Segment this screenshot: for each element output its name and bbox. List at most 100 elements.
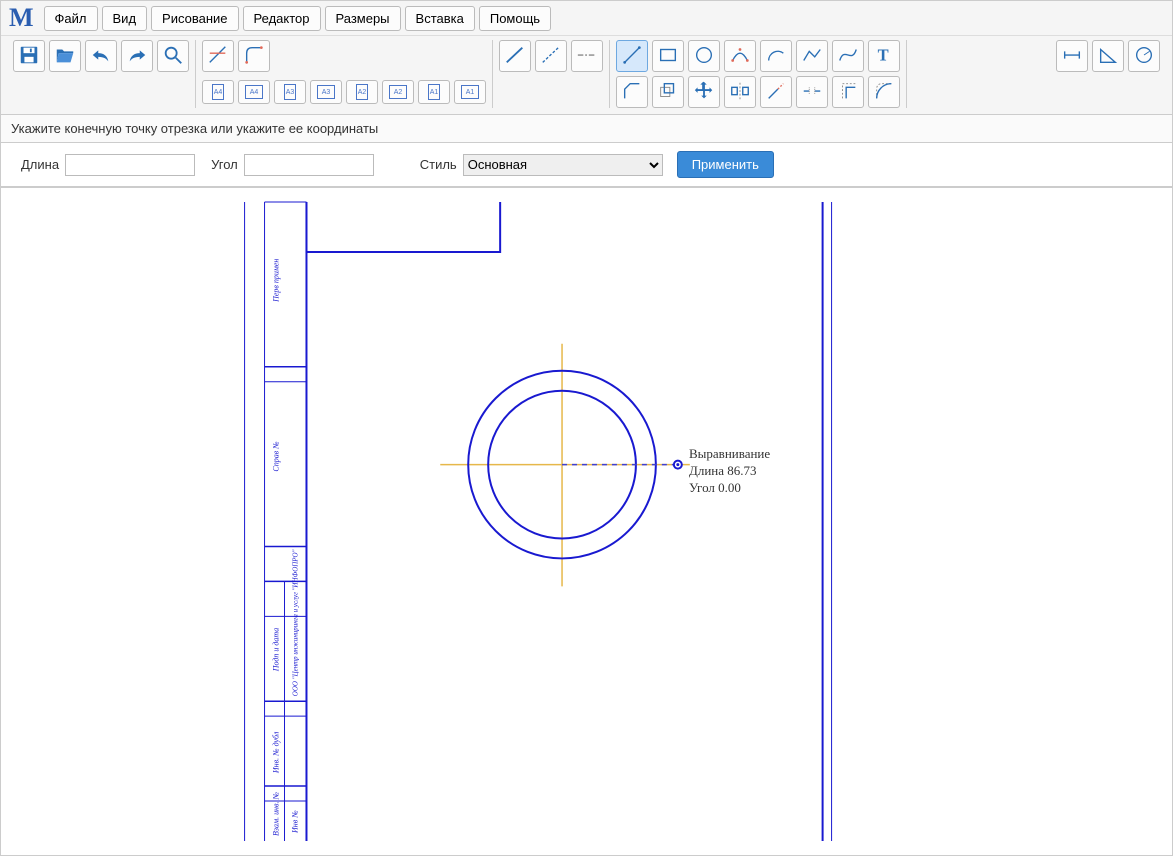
titleblock-cell-5b: Инв № xyxy=(290,810,299,834)
snap-tooltip: Выравнивание Длина 86.73 Угол 0.00 xyxy=(689,446,770,497)
save-button[interactable] xyxy=(13,40,45,72)
folder-open-icon xyxy=(54,44,76,69)
spline-button[interactable] xyxy=(832,40,864,72)
line-tool-button[interactable] xyxy=(616,40,648,72)
line-icon xyxy=(621,44,643,69)
line-center-icon xyxy=(576,44,598,69)
paper-a4-portrait[interactable]: A4 xyxy=(202,80,234,104)
chamfer-icon xyxy=(621,80,643,105)
dim-radius-button[interactable] xyxy=(1128,40,1160,72)
paper-a1-landscape[interactable]: A1 xyxy=(454,80,486,104)
line-solid-button[interactable] xyxy=(499,40,531,72)
status-bar: Укажите конечную точку отрезка или укажи… xyxy=(1,115,1172,143)
apply-button[interactable]: Применить xyxy=(677,151,774,178)
dim-angle-button[interactable] xyxy=(1092,40,1124,72)
corner-icon xyxy=(837,80,859,105)
toolbar-group-shapes: T xyxy=(610,40,907,108)
line-center-button[interactable] xyxy=(571,40,603,72)
titleblock-cell-2: Справ № xyxy=(272,441,281,471)
titleblock-cell-3b: ООО "Центр инжиниринга и услуг "ИНФОПРО" xyxy=(291,550,299,697)
spline-icon xyxy=(837,44,859,69)
app-root: M Файл Вид Рисование Редактор Размеры Вс… xyxy=(0,0,1173,856)
paper-a1-portrait[interactable]: A1 xyxy=(418,80,450,104)
fillet-button[interactable] xyxy=(238,40,270,72)
menu-drawing[interactable]: Рисование xyxy=(151,6,238,31)
paper-a2-landscape[interactable]: A2 xyxy=(382,80,414,104)
offset-button[interactable] xyxy=(652,76,684,108)
angle-input[interactable] xyxy=(244,154,374,176)
trim-icon xyxy=(207,44,229,69)
undo-button[interactable] xyxy=(85,40,117,72)
rectangle-tool-button[interactable] xyxy=(652,40,684,72)
move-icon xyxy=(693,80,715,105)
tooltip-angle: Угол 0.00 xyxy=(689,480,770,497)
save-icon xyxy=(18,44,40,69)
app-logo: M xyxy=(9,5,34,31)
zoom-button[interactable] xyxy=(157,40,189,72)
rectangle-icon xyxy=(657,44,679,69)
dim-linear-icon xyxy=(1061,44,1083,69)
line-dashed-icon xyxy=(540,44,562,69)
tooltip-length: Длина 86.73 xyxy=(689,463,770,480)
titleblock-cell-1: Перв примен xyxy=(272,259,281,303)
length-label: Длина xyxy=(21,157,59,172)
menu-dimensions[interactable]: Размеры xyxy=(325,6,401,31)
arc-button[interactable] xyxy=(760,40,792,72)
trim-button[interactable] xyxy=(202,40,234,72)
circle-tool-button[interactable] xyxy=(688,40,720,72)
line-dashed-button[interactable] xyxy=(535,40,567,72)
menubar: M Файл Вид Рисование Редактор Размеры Вс… xyxy=(1,1,1172,36)
toolbar-group-dims xyxy=(1050,40,1166,108)
arc-3pt-button[interactable] xyxy=(724,40,756,72)
menu-help[interactable]: Помощь xyxy=(479,6,551,31)
redo-icon xyxy=(126,44,148,69)
dim-linear-button[interactable] xyxy=(1056,40,1088,72)
menu-editor[interactable]: Редактор xyxy=(243,6,321,31)
arc-3pt-icon xyxy=(729,44,751,69)
mirror-button[interactable] xyxy=(724,76,756,108)
redo-button[interactable] xyxy=(121,40,153,72)
text-icon: T xyxy=(873,44,895,69)
menu-insert[interactable]: Вставка xyxy=(405,6,475,31)
svg-text:T: T xyxy=(878,45,889,64)
text-tool-button[interactable]: T xyxy=(868,40,900,72)
move-button[interactable] xyxy=(688,76,720,108)
paper-size-row: A4 A4 A3 A3 A2 A2 A1 A1 xyxy=(202,76,486,108)
undo-icon xyxy=(90,44,112,69)
round-corner-icon xyxy=(873,80,895,105)
chamfer-button[interactable] xyxy=(616,76,648,108)
menu-view[interactable]: Вид xyxy=(102,6,148,31)
style-select[interactable]: Основная xyxy=(463,154,663,176)
paper-a3-portrait[interactable]: A3 xyxy=(274,80,306,104)
toolbar-group-edit: A4 A4 A3 A3 A2 A2 A1 A1 xyxy=(196,40,493,108)
length-input[interactable] xyxy=(65,154,195,176)
toolbars: A4 A4 A3 A3 A2 A2 A1 A1 xyxy=(1,36,1172,115)
input-bar: Длина Угол Стиль Основная Применить xyxy=(1,143,1172,187)
paper-a4-landscape[interactable]: A4 xyxy=(238,80,270,104)
paper-a2-portrait[interactable]: A2 xyxy=(346,80,378,104)
break-button[interactable] xyxy=(796,76,828,108)
style-label: Стиль xyxy=(420,157,457,172)
menu-file[interactable]: Файл xyxy=(44,6,98,31)
drawing-surface: Перв примен Справ № Подп и дата ООО "Цен… xyxy=(1,188,1172,855)
circle-icon xyxy=(693,44,715,69)
polyline-button[interactable] xyxy=(796,40,828,72)
canvas[interactable]: Перв примен Справ № Подп и дата ООО "Цен… xyxy=(1,187,1172,855)
round-corner-button[interactable] xyxy=(868,76,900,108)
open-button[interactable] xyxy=(49,40,81,72)
polyline-icon xyxy=(801,44,823,69)
extend-button[interactable] xyxy=(760,76,792,108)
titleblock-cell-4: Инв. № дубл xyxy=(272,731,281,774)
break-icon xyxy=(801,80,823,105)
tooltip-snap: Выравнивание xyxy=(689,446,770,463)
dim-angle-icon xyxy=(1097,44,1119,69)
paper-a3-landscape[interactable]: A3 xyxy=(310,80,342,104)
titleblock-cell-3: Подп и дата xyxy=(272,628,281,672)
toolbar-group-file xyxy=(7,40,196,108)
toolbar-group-linestyle xyxy=(493,40,610,108)
arc-icon xyxy=(765,44,787,69)
corner-button[interactable] xyxy=(832,76,864,108)
angle-label: Угол xyxy=(211,157,238,172)
offset-icon xyxy=(657,80,679,105)
titleblock-cell-5: Взам. инв. № xyxy=(272,792,281,836)
